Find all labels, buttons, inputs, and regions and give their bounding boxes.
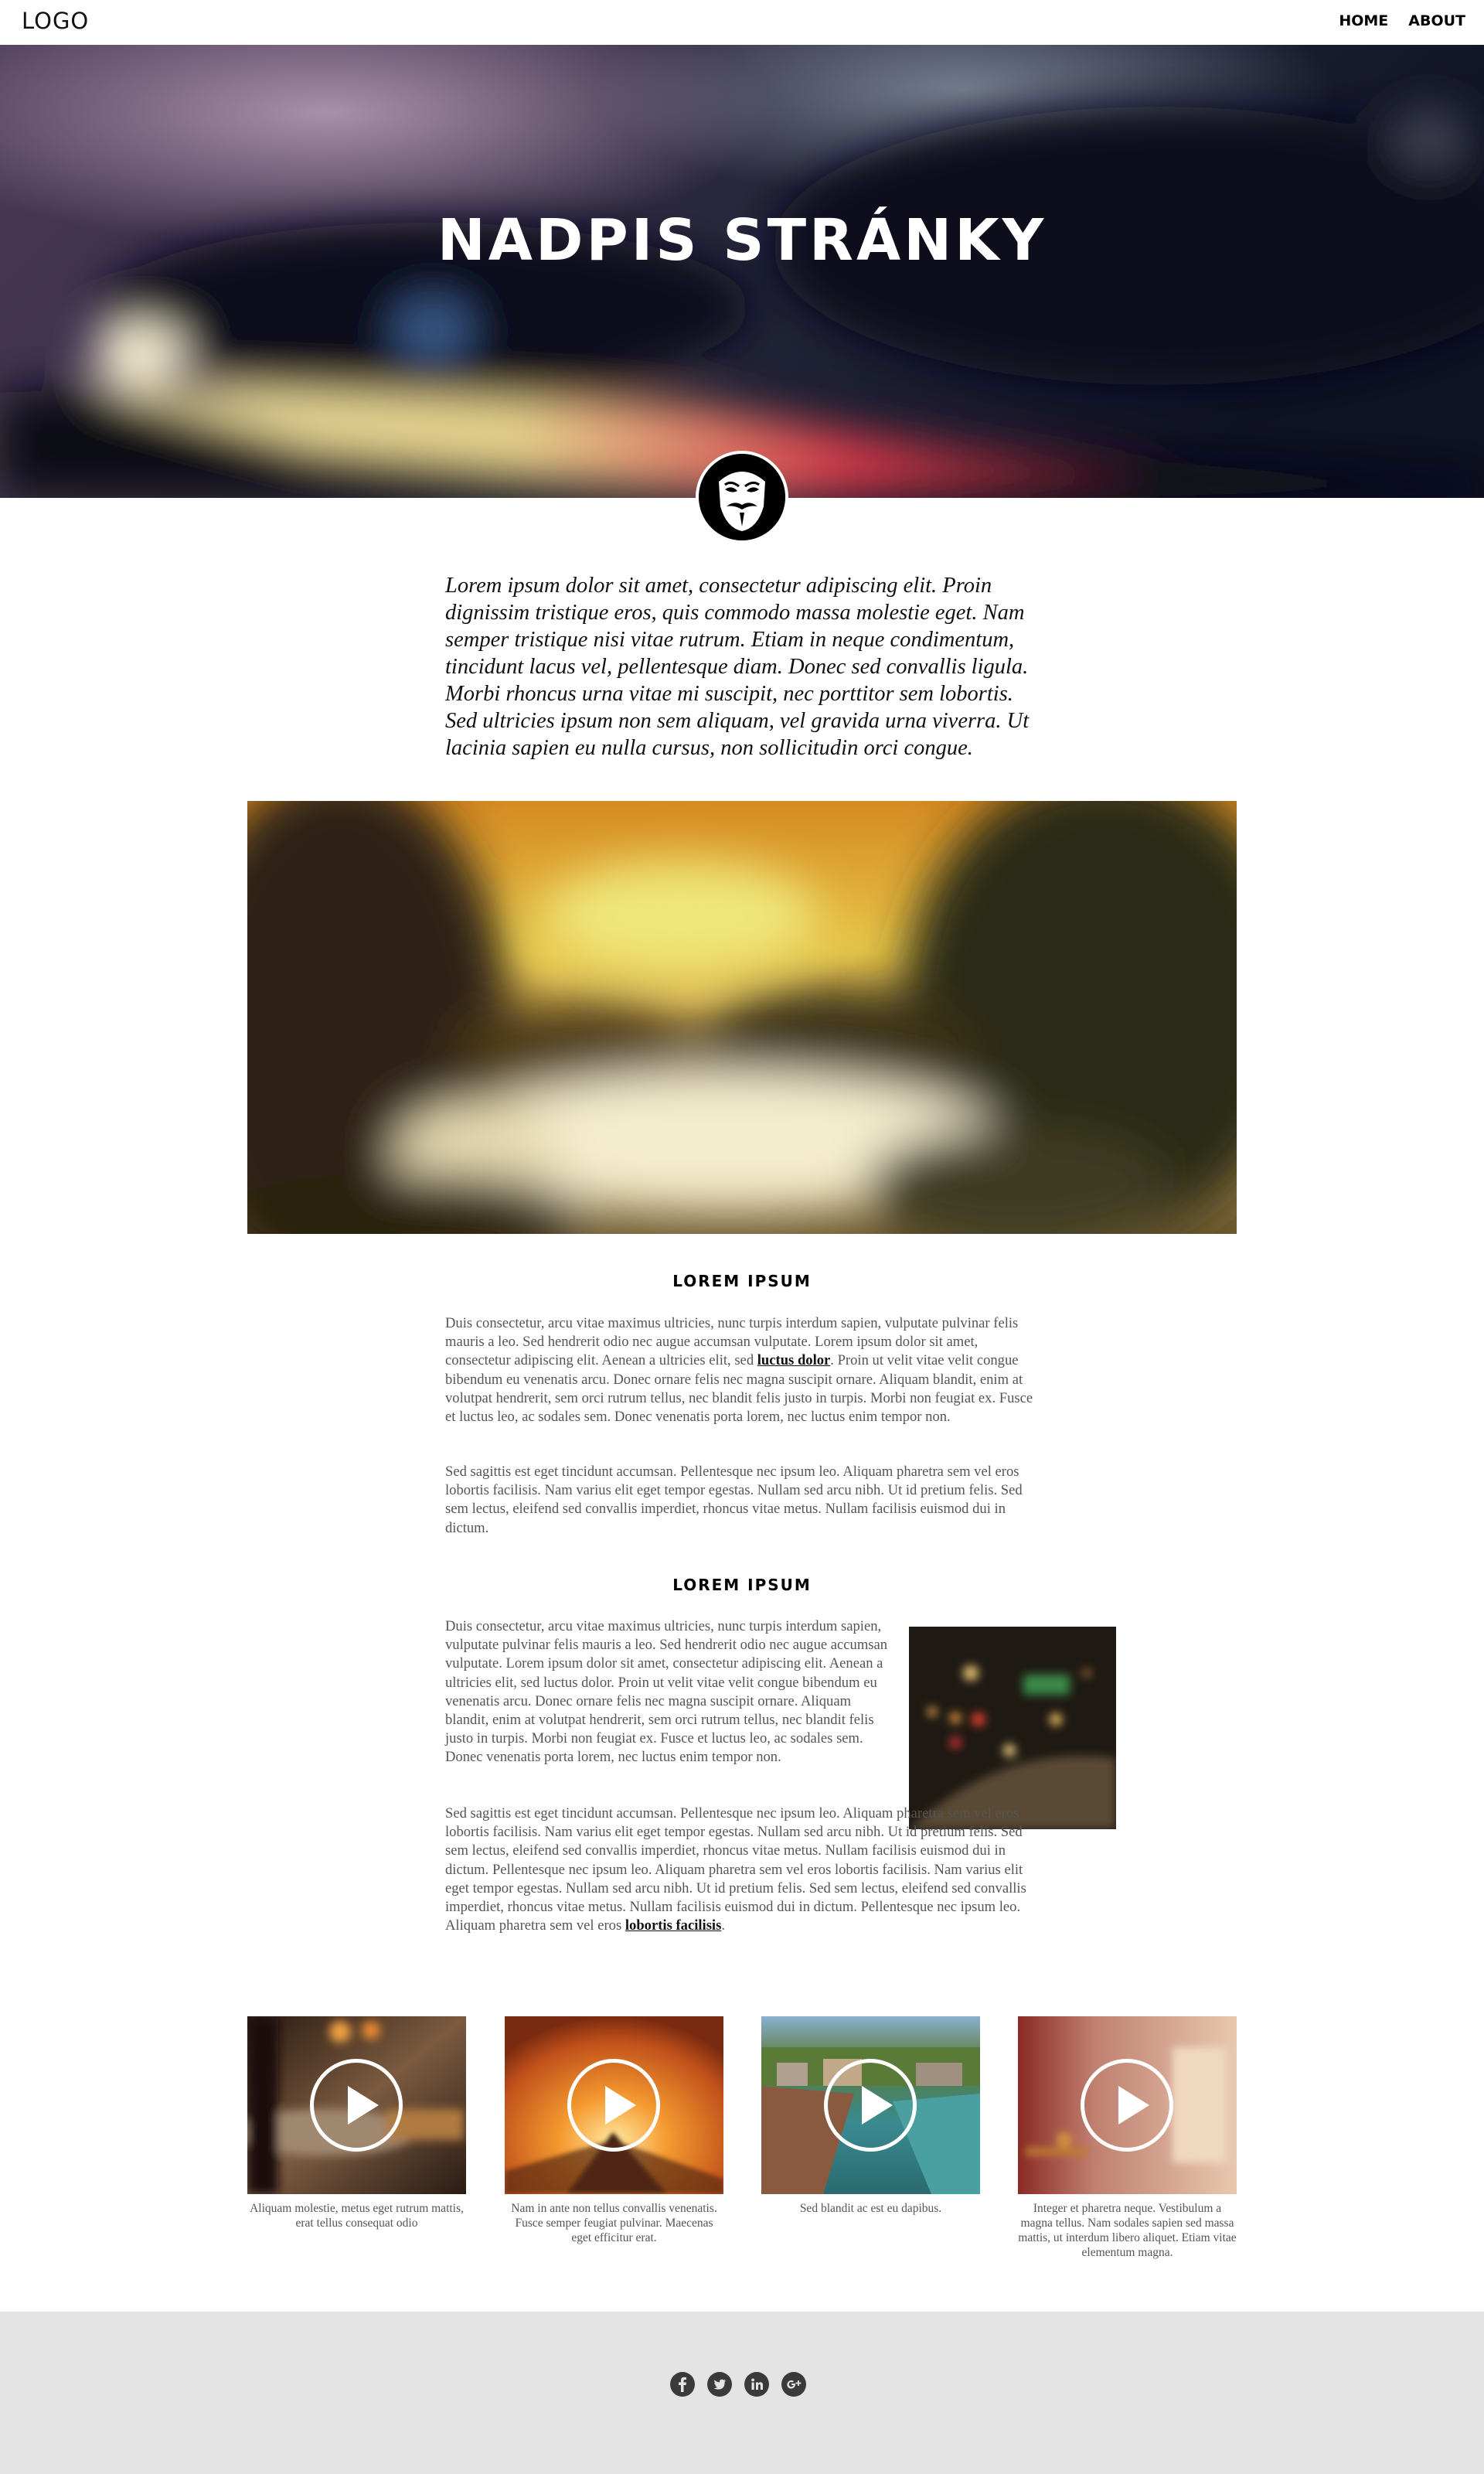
- play-icon[interactable]: [567, 2059, 660, 2152]
- video-thumbnail-4[interactable]: [1018, 2016, 1237, 2194]
- footer: [0, 2312, 1484, 2474]
- logo[interactable]: LOGO: [22, 8, 89, 34]
- section-2-title: LOREM IPSUM: [672, 1576, 812, 1594]
- play-icon[interactable]: [824, 2059, 917, 2152]
- hero-title: NADPIS STRÁNKY: [437, 207, 1047, 274]
- nav-about-link[interactable]: ABOUT: [1408, 12, 1465, 29]
- intro-quote: Lorem ipsum dolor sit amet, consectetur …: [445, 574, 1030, 760]
- play-icon[interactable]: [1081, 2059, 1173, 2152]
- hero-banner: NADPIS STRÁNKY: [0, 45, 1484, 498]
- section-2-paragraph-2: Sed sagittis est eget tincidunt accumsan…: [445, 1805, 1026, 1934]
- main-nav: HOME ABOUT: [1339, 12, 1465, 29]
- video-thumbnail-2[interactable]: [505, 2016, 723, 2194]
- nav-home-link[interactable]: HOME: [1339, 12, 1388, 29]
- featured-image: [247, 801, 1237, 1234]
- section-1-paragraph-2: Sed sagittis est eget tincidunt accumsan…: [445, 1464, 1023, 1536]
- section-2-paragraph-1: Duis consectetur, arcu vitae maximus ult…: [445, 1618, 888, 1766]
- facebook-icon[interactable]: [670, 2372, 695, 2397]
- section-1-paragraph-1: Duis consectetur, arcu vitae maximus ult…: [445, 1315, 1033, 1426]
- twitter-icon[interactable]: [707, 2372, 732, 2397]
- video-caption-1: Aliquam molestie, metus eget rutrum matt…: [250, 2202, 464, 2230]
- anonymous-mask-icon: [699, 454, 785, 540]
- video-thumbnail-3[interactable]: [761, 2016, 980, 2194]
- video-thumbnail-1[interactable]: [247, 2016, 466, 2194]
- section-2-image: [909, 1627, 1116, 1829]
- video-caption-2: Nam in ante non tellus convallis venenat…: [511, 2202, 717, 2244]
- video-caption-4: Integer et pharetra neque. Vestibulum a …: [1018, 2202, 1237, 2259]
- linkedin-icon[interactable]: [744, 2372, 769, 2397]
- avatar: [696, 451, 788, 544]
- google-plus-icon[interactable]: [781, 2372, 806, 2397]
- luctus-dolor-link[interactable]: luctus dolor: [757, 1352, 831, 1368]
- section-1-title: LOREM IPSUM: [672, 1272, 812, 1290]
- top-navigation-bar: LOGO HOME ABOUT: [0, 0, 1484, 45]
- play-icon[interactable]: [310, 2059, 403, 2152]
- lobortis-facilisis-link[interactable]: lobortis facilisis: [625, 1917, 721, 1934]
- video-caption-3: Sed blandit ac est eu dapibus.: [799, 2202, 942, 2215]
